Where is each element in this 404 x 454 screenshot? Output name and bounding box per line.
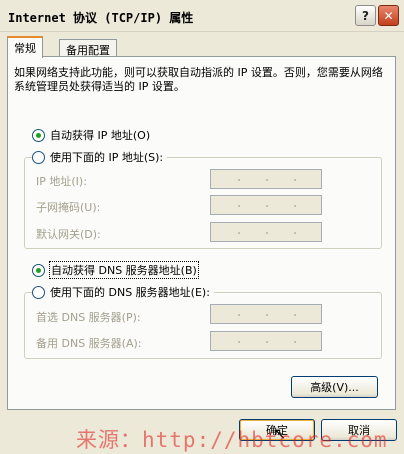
alternate-dns-field[interactable] [210,331,322,351]
radio-manual-ip[interactable]: 使用下面的 IP 地址(S): [32,149,168,165]
alternate-dns-label: 备用 DNS 服务器(A): [36,337,142,350]
radio-manual-ip-label: 使用下面的 IP 地址(S): [50,151,164,164]
radio-auto-ip-label: 自动获得 IP 地址(O) [50,129,151,142]
radio-auto-ip-indicator [32,128,45,142]
radio-manual-ip-indicator [32,150,45,164]
radio-manual-dns-indicator [32,285,45,299]
subnet-mask-label: 子网掩码(U): [36,201,101,214]
ip-address-field[interactable] [210,169,322,189]
title-bar: Internet 协议 (TCP/IP) 属性 ? ✕ [0,0,404,32]
close-button[interactable]: ✕ [378,5,399,26]
intro-text: 如果网络支持此功能，则可以获取自动指派的 IP 设置。否则，您需要从网络系统管理… [14,66,383,93]
radio-auto-dns-indicator [32,263,45,277]
help-icon: ? [362,8,369,23]
radio-manual-dns-label: 使用下面的 DNS 服务器地址(E): [50,286,210,299]
window-title: Internet 协议 (TCP/IP) 属性 [8,11,194,25]
tab-alternate-config[interactable]: 备用配置 [59,39,117,57]
help-button[interactable]: ? [355,5,376,26]
cancel-button[interactable]: 取消 [321,419,397,441]
preferred-dns-field[interactable] [210,304,322,324]
default-gateway-field[interactable] [210,222,322,242]
advanced-button[interactable]: 高级(V)... [291,376,378,398]
default-gateway-label: 默认网关(D): [36,228,101,241]
tab-general[interactable]: 常规 [7,36,43,58]
radio-auto-ip[interactable]: 自动获得 IP 地址(O) [32,127,150,143]
preferred-dns-label: 首选 DNS 服务器(P): [36,311,141,324]
radio-manual-dns[interactable]: 使用下面的 DNS 服务器地址(E): [32,284,214,300]
close-icon: ✕ [383,8,394,23]
radio-auto-dns[interactable]: 自动获得 DNS 服务器地址(B) [32,261,199,279]
mouse-cursor-icon: ↖ [273,424,287,443]
subnet-mask-field[interactable] [210,195,322,215]
ip-address-label: IP 地址(I): [36,175,87,188]
radio-auto-dns-label: 自动获得 DNS 服务器地址(B) [49,261,199,279]
